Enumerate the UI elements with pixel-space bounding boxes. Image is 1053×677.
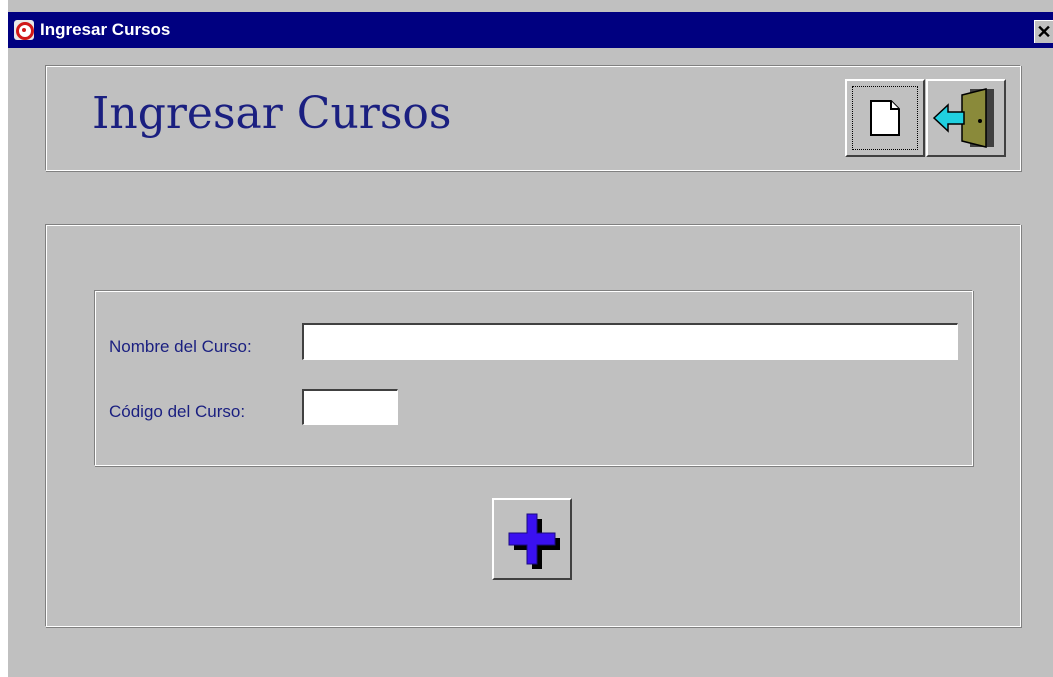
new-button[interactable] (845, 79, 925, 157)
course-name-label: Nombre del Curso: (109, 337, 252, 356)
exit-door-icon (932, 88, 994, 148)
title-bar[interactable]: Ingresar Cursos ✕ (8, 12, 1053, 48)
window-edge (0, 0, 8, 677)
course-name-input[interactable] (302, 323, 958, 360)
window-title: Ingresar Cursos (40, 20, 171, 39)
add-button[interactable] (492, 498, 572, 580)
main-window: Ingresar Cursos ✕ Ingresar Cursos Nombre… (0, 0, 1053, 677)
new-document-icon (870, 100, 900, 136)
course-code-label: Código del Curso: (109, 402, 246, 421)
app-icon (14, 20, 34, 40)
course-code-input[interactable] (302, 389, 398, 425)
fields-frame (94, 290, 973, 466)
exit-button[interactable] (926, 79, 1006, 157)
page-title: Ingresar Cursos (92, 88, 452, 139)
plus-icon (508, 513, 560, 569)
close-button[interactable]: ✕ (1034, 20, 1053, 43)
